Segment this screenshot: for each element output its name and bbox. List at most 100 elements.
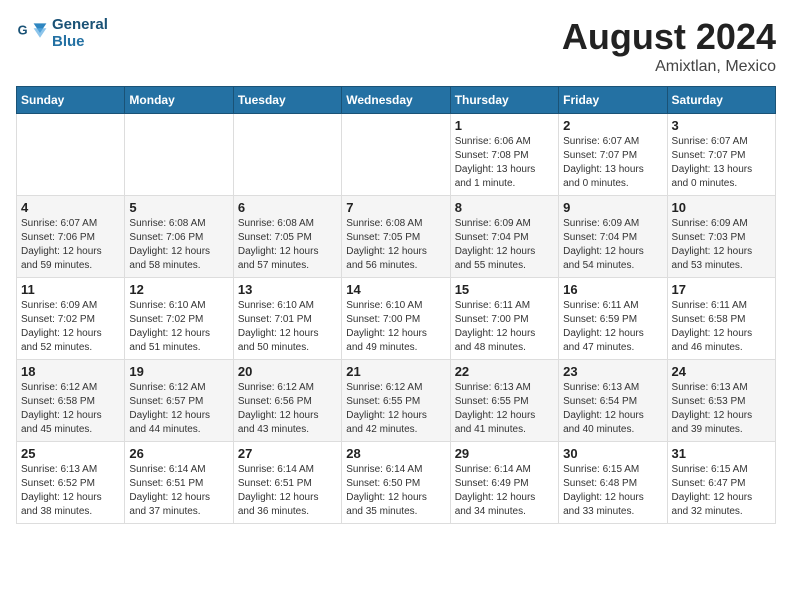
day-number: 12: [129, 282, 228, 297]
calendar-cell: 16Sunrise: 6:11 AM Sunset: 6:59 PM Dayli…: [559, 278, 667, 360]
day-number: 7: [346, 200, 445, 215]
day-number: 27: [238, 446, 337, 461]
day-detail: Sunrise: 6:15 AM Sunset: 6:47 PM Dayligh…: [672, 463, 771, 519]
logo-text-line2: Blue: [52, 33, 108, 50]
week-row-2: 4 Sunrise: 6:07 AM Sunset: 7:06 PM Daylig…: [17, 196, 776, 278]
day-detail: Sunrise: 6:12 AM Sunset: 6:57 PM Dayligh…: [129, 381, 228, 437]
logo: G General Blue: [16, 16, 108, 50]
day-detail: Sunrise: 6:08 AM Sunset: 7:06 PM Dayligh…: [129, 217, 228, 273]
calendar-cell: 24Sunrise: 6:13 AM Sunset: 6:53 PM Dayli…: [667, 360, 775, 442]
day-detail: Sunrise: 6:13 AM Sunset: 6:54 PM Dayligh…: [563, 381, 662, 437]
day-detail: Sunrise: 6:15 AM Sunset: 6:48 PM Dayligh…: [563, 463, 662, 519]
day-detail: Sunrise: 6:08 AM Sunset: 7:05 PM Dayligh…: [238, 217, 337, 273]
day-number: 24: [672, 364, 771, 379]
calendar-cell: 9 Sunrise: 6:09 AM Sunset: 7:04 PM Daylig…: [559, 196, 667, 278]
calendar-cell: 5 Sunrise: 6:08 AM Sunset: 7:06 PM Daylig…: [125, 196, 233, 278]
title-block: August 2024 Amixtlan, Mexico: [562, 16, 776, 76]
day-detail: Sunrise: 6:10 AM Sunset: 7:01 PM Dayligh…: [238, 299, 337, 355]
calendar-cell: 2Sunrise: 6:07 AM Sunset: 7:07 PM Daylig…: [559, 114, 667, 196]
calendar-cell: 3Sunrise: 6:07 AM Sunset: 7:07 PM Daylig…: [667, 114, 775, 196]
day-number: 28: [346, 446, 445, 461]
calendar-cell: 7 Sunrise: 6:08 AM Sunset: 7:05 PM Daylig…: [342, 196, 450, 278]
header-wednesday: Wednesday: [342, 87, 450, 114]
day-detail: Sunrise: 6:12 AM Sunset: 6:55 PM Dayligh…: [346, 381, 445, 437]
calendar-cell: 20Sunrise: 6:12 AM Sunset: 6:56 PM Dayli…: [233, 360, 341, 442]
header-tuesday: Tuesday: [233, 87, 341, 114]
day-detail: Sunrise: 6:09 AM Sunset: 7:04 PM Dayligh…: [563, 217, 662, 273]
calendar-cell: 15 Sunrise: 6:11 AM Sunset: 7:00 PM Dayli…: [450, 278, 558, 360]
day-detail: Sunrise: 6:13 AM Sunset: 6:52 PM Dayligh…: [21, 463, 120, 519]
day-number: 14: [346, 282, 445, 297]
calendar-cell: 19 Sunrise: 6:12 AM Sunset: 6:57 PM Dayli…: [125, 360, 233, 442]
page-header: G General Blue August 2024 Amixtlan, Mex…: [16, 16, 776, 76]
calendar-cell: [233, 114, 341, 196]
calendar-cell: 11Sunrise: 6:09 AM Sunset: 7:02 PM Dayli…: [17, 278, 125, 360]
week-row-1: 1 Sunrise: 6:06 AM Sunset: 7:08 PM Daylig…: [17, 114, 776, 196]
calendar-cell: [342, 114, 450, 196]
day-detail: Sunrise: 6:08 AM Sunset: 7:05 PM Dayligh…: [346, 217, 445, 273]
day-number: 30: [563, 446, 662, 461]
calendar-cell: 1 Sunrise: 6:06 AM Sunset: 7:08 PM Daylig…: [450, 114, 558, 196]
day-detail: Sunrise: 6:11 AM Sunset: 6:58 PM Dayligh…: [672, 299, 771, 355]
day-number: 18: [21, 364, 120, 379]
calendar-cell: 27 Sunrise: 6:14 AM Sunset: 6:51 PM Dayli…: [233, 442, 341, 524]
day-number: 17: [672, 282, 771, 297]
day-number: 3: [672, 118, 771, 133]
day-detail: Sunrise: 6:14 AM Sunset: 6:51 PM Dayligh…: [238, 463, 337, 519]
day-number: 1: [455, 118, 554, 133]
calendar-header-row: SundayMondayTuesdayWednesdayThursdayFrid…: [17, 87, 776, 114]
day-number: 5: [129, 200, 228, 215]
week-row-4: 18 Sunrise: 6:12 AM Sunset: 6:58 PM Dayli…: [17, 360, 776, 442]
day-detail: Sunrise: 6:11 AM Sunset: 7:00 PM Dayligh…: [455, 299, 554, 355]
day-detail: Sunrise: 6:14 AM Sunset: 6:51 PM Dayligh…: [129, 463, 228, 519]
header-monday: Monday: [125, 87, 233, 114]
day-detail: Sunrise: 6:11 AM Sunset: 6:59 PM Dayligh…: [563, 299, 662, 355]
calendar-cell: 22Sunrise: 6:13 AM Sunset: 6:55 PM Dayli…: [450, 360, 558, 442]
day-detail: Sunrise: 6:10 AM Sunset: 7:00 PM Dayligh…: [346, 299, 445, 355]
day-detail: Sunrise: 6:14 AM Sunset: 6:50 PM Dayligh…: [346, 463, 445, 519]
calendar-cell: 13 Sunrise: 6:10 AM Sunset: 7:01 PM Dayli…: [233, 278, 341, 360]
day-detail: Sunrise: 6:12 AM Sunset: 6:58 PM Dayligh…: [21, 381, 120, 437]
calendar-cell: 26 Sunrise: 6:14 AM Sunset: 6:51 PM Dayli…: [125, 442, 233, 524]
calendar-cell: 29 Sunrise: 6:14 AM Sunset: 6:49 PM Dayli…: [450, 442, 558, 524]
svg-text:G: G: [18, 23, 28, 38]
header-thursday: Thursday: [450, 87, 558, 114]
calendar-cell: [17, 114, 125, 196]
day-number: 11: [21, 282, 120, 297]
day-number: 13: [238, 282, 337, 297]
calendar-cell: 28 Sunrise: 6:14 AM Sunset: 6:50 PM Dayli…: [342, 442, 450, 524]
calendar-title: August 2024: [562, 16, 776, 58]
calendar-cell: 25Sunrise: 6:13 AM Sunset: 6:52 PM Dayli…: [17, 442, 125, 524]
logo-text-line1: General: [52, 16, 108, 33]
day-number: 9: [563, 200, 662, 215]
day-detail: Sunrise: 6:14 AM Sunset: 6:49 PM Dayligh…: [455, 463, 554, 519]
calendar-cell: 30 Sunrise: 6:15 AM Sunset: 6:48 PM Dayli…: [559, 442, 667, 524]
day-number: 21: [346, 364, 445, 379]
day-number: 15: [455, 282, 554, 297]
header-sunday: Sunday: [17, 87, 125, 114]
calendar-cell: 23 Sunrise: 6:13 AM Sunset: 6:54 PM Dayli…: [559, 360, 667, 442]
day-detail: Sunrise: 6:09 AM Sunset: 7:04 PM Dayligh…: [455, 217, 554, 273]
day-number: 22: [455, 364, 554, 379]
calendar-cell: 6Sunrise: 6:08 AM Sunset: 7:05 PM Daylig…: [233, 196, 341, 278]
calendar-cell: [125, 114, 233, 196]
day-detail: Sunrise: 6:07 AM Sunset: 7:06 PM Dayligh…: [21, 217, 120, 273]
day-number: 4: [21, 200, 120, 215]
calendar-cell: 14 Sunrise: 6:10 AM Sunset: 7:00 PM Dayli…: [342, 278, 450, 360]
calendar-cell: 31Sunrise: 6:15 AM Sunset: 6:47 PM Dayli…: [667, 442, 775, 524]
day-detail: Sunrise: 6:06 AM Sunset: 7:08 PM Dayligh…: [455, 135, 554, 191]
calendar-cell: 12Sunrise: 6:10 AM Sunset: 7:02 PM Dayli…: [125, 278, 233, 360]
day-detail: Sunrise: 6:09 AM Sunset: 7:03 PM Dayligh…: [672, 217, 771, 273]
day-number: 26: [129, 446, 228, 461]
day-number: 23: [563, 364, 662, 379]
day-number: 10: [672, 200, 771, 215]
week-row-3: 11Sunrise: 6:09 AM Sunset: 7:02 PM Dayli…: [17, 278, 776, 360]
day-number: 8: [455, 200, 554, 215]
day-number: 19: [129, 364, 228, 379]
day-number: 2: [563, 118, 662, 133]
calendar-table: SundayMondayTuesdayWednesdayThursdayFrid…: [16, 86, 776, 524]
header-saturday: Saturday: [667, 87, 775, 114]
day-number: 20: [238, 364, 337, 379]
calendar-cell: 18 Sunrise: 6:12 AM Sunset: 6:58 PM Dayli…: [17, 360, 125, 442]
day-number: 29: [455, 446, 554, 461]
